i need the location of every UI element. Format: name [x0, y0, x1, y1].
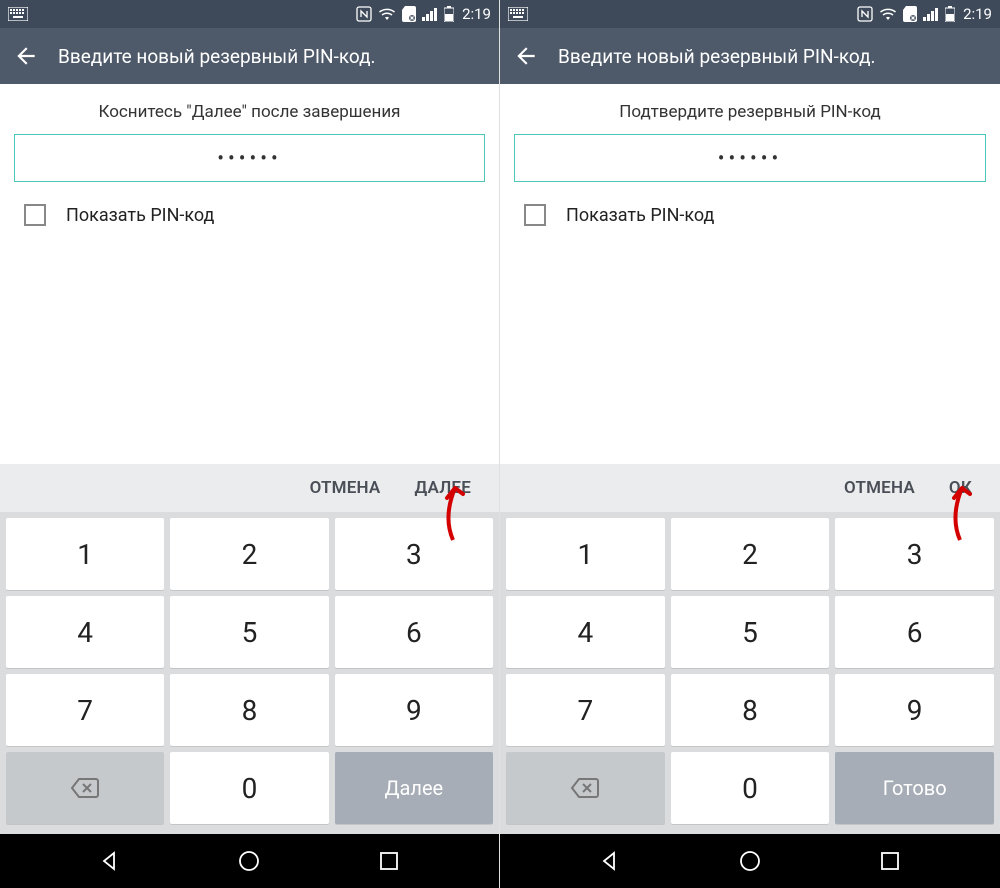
page-title: Введите новый резервный PIN-код.: [58, 45, 376, 68]
key-2[interactable]: 2: [170, 518, 328, 590]
screen-left: 2:19 Введите новый резервный PIN-код. Ко…: [0, 0, 500, 888]
key-3[interactable]: 3: [835, 518, 994, 590]
key-4[interactable]: 4: [6, 596, 164, 668]
signal-icon: [923, 7, 939, 21]
key-1[interactable]: 1: [6, 518, 164, 590]
show-pin-label: Показать PIN-код: [66, 205, 214, 226]
numeric-keypad: 1 2 3 4 5 6 7 8 9 0 Готово: [500, 512, 1000, 834]
key-backspace[interactable]: [6, 752, 164, 824]
key-6[interactable]: 6: [335, 596, 493, 668]
nfc-icon: [356, 6, 372, 22]
wifi-icon: [879, 7, 897, 21]
show-pin-checkbox[interactable]: [524, 204, 546, 226]
keyboard-icon: [508, 7, 528, 21]
nfc-icon: [857, 6, 873, 22]
nav-recent-button[interactable]: [870, 841, 910, 881]
back-button[interactable]: [12, 42, 40, 70]
numeric-keypad: 1 2 3 4 5 6 7 8 9 0 Далее: [0, 512, 499, 834]
key-2[interactable]: 2: [671, 518, 830, 590]
page-title: Введите новый резервный PIN-код.: [558, 45, 876, 68]
pin-masked-value: ••••••: [217, 146, 282, 170]
key-6[interactable]: 6: [835, 596, 994, 668]
battery-icon: [444, 6, 454, 22]
show-pin-label: Показать PIN-код: [566, 205, 714, 226]
navigation-bar: [500, 834, 1000, 888]
status-bar: 2:19: [0, 0, 499, 28]
pin-input[interactable]: ••••••: [14, 134, 485, 182]
key-action[interactable]: Готово: [835, 752, 994, 824]
key-action[interactable]: Далее: [335, 752, 493, 824]
nav-home-button[interactable]: [229, 841, 269, 881]
dual-screenshot-container: 2:19 Введите новый резервный PIN-код. Ко…: [0, 0, 1000, 888]
show-pin-row[interactable]: Показать PIN-код: [0, 182, 499, 248]
key-7[interactable]: 7: [6, 674, 164, 746]
app-bar: Введите новый резервный PIN-код.: [500, 28, 1000, 84]
back-button[interactable]: [512, 42, 540, 70]
content-area: Коснитесь "Далее" после завершения •••••…: [0, 84, 499, 512]
key-8[interactable]: 8: [671, 674, 830, 746]
action-row: ОТМЕНА ОК: [500, 464, 1000, 512]
wifi-icon: [378, 7, 396, 21]
key-3[interactable]: 3: [335, 518, 493, 590]
navigation-bar: [0, 834, 499, 888]
nav-recent-button[interactable]: [369, 841, 409, 881]
show-pin-checkbox[interactable]: [24, 204, 46, 226]
nav-back-button[interactable]: [590, 841, 630, 881]
instruction-text: Подтвердите резервный PIN-код: [500, 84, 1000, 134]
ok-button[interactable]: ОК: [949, 478, 972, 498]
signal-icon: [422, 7, 438, 21]
show-pin-row[interactable]: Показать PIN-код: [500, 182, 1000, 248]
next-button[interactable]: ДАЛЕЕ: [414, 478, 471, 498]
key-1[interactable]: 1: [506, 518, 665, 590]
sd-card-icon: [903, 6, 917, 22]
key-9[interactable]: 9: [835, 674, 994, 746]
cancel-button[interactable]: ОТМЕНА: [844, 478, 915, 498]
battery-icon: [945, 6, 955, 22]
status-time: 2:19: [462, 5, 491, 23]
key-9[interactable]: 9: [335, 674, 493, 746]
keyboard-icon: [8, 7, 28, 21]
status-time: 2:19: [963, 5, 992, 23]
key-7[interactable]: 7: [506, 674, 665, 746]
key-backspace[interactable]: [506, 752, 665, 824]
key-5[interactable]: 5: [170, 596, 328, 668]
nav-back-button[interactable]: [90, 841, 130, 881]
key-4[interactable]: 4: [506, 596, 665, 668]
key-8[interactable]: 8: [170, 674, 328, 746]
key-5[interactable]: 5: [671, 596, 830, 668]
sd-card-icon: [402, 6, 416, 22]
status-bar: 2:19: [500, 0, 1000, 28]
screen-right: 2:19 Введите новый резервный PIN-код. По…: [500, 0, 1000, 888]
key-0[interactable]: 0: [170, 752, 328, 824]
cancel-button[interactable]: ОТМЕНА: [310, 478, 381, 498]
app-bar: Введите новый резервный PIN-код.: [0, 28, 499, 84]
key-0[interactable]: 0: [671, 752, 830, 824]
content-area: Подтвердите резервный PIN-код •••••• Пок…: [500, 84, 1000, 512]
pin-input[interactable]: ••••••: [514, 134, 986, 182]
nav-home-button[interactable]: [730, 841, 770, 881]
pin-masked-value: ••••••: [718, 146, 783, 170]
action-row: ОТМЕНА ДАЛЕЕ: [0, 464, 499, 512]
instruction-text: Коснитесь "Далее" после завершения: [0, 84, 499, 134]
